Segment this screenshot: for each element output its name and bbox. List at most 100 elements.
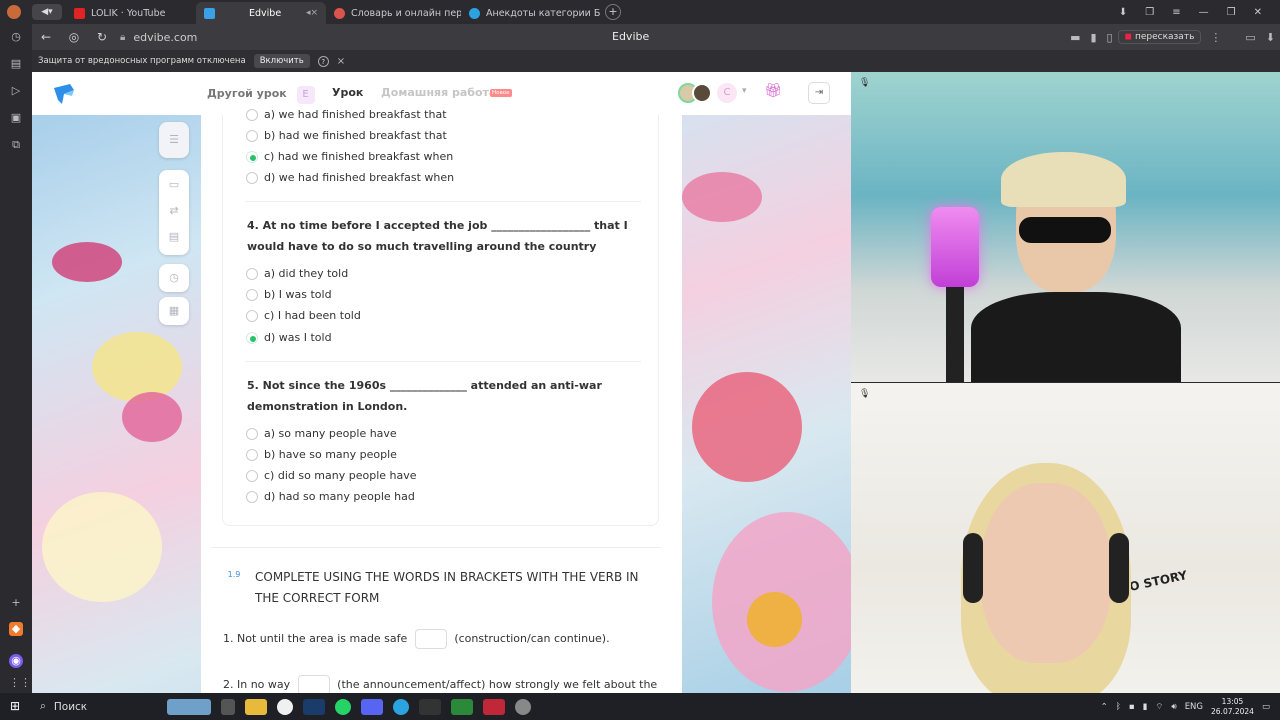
tab-jokes[interactable]: Анекдоты категории Б+ xyxy=(461,2,601,24)
layout-button[interactable]: ▦ xyxy=(159,297,189,325)
tray-app-icon[interactable]: ▪ xyxy=(1129,702,1135,712)
settings-icon[interactable] xyxy=(515,698,531,715)
mic-icon[interactable]: ▮ xyxy=(1085,31,1101,44)
collections-icon[interactable]: ❐ xyxy=(1145,7,1154,18)
nav-homework[interactable]: Домашняя работа xyxy=(381,86,496,99)
profile-avatar[interactable] xyxy=(0,2,28,22)
nav-other-lesson[interactable]: Другой урок E xyxy=(207,86,315,104)
bluetooth-icon[interactable]: ᛒ xyxy=(1116,702,1121,712)
app-icon[interactable] xyxy=(419,698,441,715)
exit-icon[interactable]: ⇥ xyxy=(808,82,830,104)
url-field[interactable]: edvibe.com xyxy=(133,31,197,44)
user-avatar[interactable]: C xyxy=(717,83,737,103)
volume-icon[interactable]: 🔊︎ xyxy=(1171,702,1176,712)
chevron-up-icon[interactable]: ⌃ xyxy=(1101,702,1108,712)
reader-icon[interactable]: ▭ xyxy=(1240,31,1260,44)
task-view-icon[interactable] xyxy=(221,698,235,715)
radio-button[interactable] xyxy=(246,288,258,301)
q4-option-a[interactable]: a) did they told xyxy=(246,267,348,280)
app-icon[interactable] xyxy=(483,698,505,715)
language-indicator[interactable]: ENG xyxy=(1185,702,1203,712)
weather-widget-icon[interactable] xyxy=(167,698,211,715)
back-icon[interactable]: ← xyxy=(32,30,60,44)
dismiss-icon[interactable]: × xyxy=(337,56,345,67)
q3-option-d[interactable]: d) we had finished breakfast when xyxy=(246,171,454,184)
tab-dictionary[interactable]: Словарь и онлайн перев… xyxy=(326,2,461,24)
q3-option-b[interactable]: b) had we finished breakfast that xyxy=(246,129,447,142)
q3-option-a[interactable]: a) we had finished breakfast that xyxy=(246,108,447,121)
yandex-browser-icon[interactable] xyxy=(277,698,293,715)
apps-grid-icon[interactable]: ⋮⋮ xyxy=(9,676,31,690)
radio-button-selected[interactable] xyxy=(246,331,258,344)
downloads-icon[interactable]: ⬇ xyxy=(1119,7,1127,18)
clock[interactable]: 13:05 26.07.2024 xyxy=(1211,697,1254,717)
q5-option-c[interactable]: c) did so many people have xyxy=(246,469,417,482)
edvibe-logo-icon[interactable] xyxy=(52,82,76,106)
notifications-icon[interactable]: ▭ xyxy=(1262,702,1270,712)
q5-option-b[interactable]: b) have so many people xyxy=(246,448,397,461)
telegram-icon[interactable] xyxy=(393,698,409,715)
steam-icon[interactable] xyxy=(303,698,325,715)
notes-icon[interactable]: ▤ xyxy=(9,57,23,71)
wifi-icon[interactable]: ⌔ xyxy=(1155,702,1163,712)
discord-icon[interactable] xyxy=(361,698,383,715)
audio-icon[interactable]: ◂× xyxy=(306,8,318,18)
radio-button[interactable] xyxy=(246,267,258,280)
reload-icon[interactable]: ↻ xyxy=(88,30,116,44)
more-icon[interactable]: ⋮ xyxy=(1205,31,1226,44)
nav-lesson[interactable]: Урок xyxy=(332,86,363,99)
radio-button[interactable] xyxy=(246,469,258,482)
camera-icon[interactable]: ▬ xyxy=(1065,31,1085,44)
add-icon[interactable]: + xyxy=(9,596,23,610)
download-icon[interactable]: ⬇ xyxy=(1261,31,1280,44)
app-icon[interactable]: ◆ xyxy=(9,622,23,636)
chevron-down-icon[interactable]: ▾ xyxy=(742,86,747,96)
item2-input[interactable] xyxy=(297,675,330,693)
tab-youtube[interactable]: LOLIK · YouTube xyxy=(66,2,196,24)
radio-button-selected[interactable] xyxy=(246,150,258,163)
minimize-icon[interactable]: — xyxy=(1199,7,1209,18)
q4-option-b[interactable]: b) I was told xyxy=(246,288,332,301)
q4-option-c[interactable]: c) I had been told xyxy=(246,309,361,322)
file-explorer-icon[interactable] xyxy=(245,698,267,715)
translate-icon[interactable]: ⇄ xyxy=(167,204,181,218)
new-tab-button[interactable]: + xyxy=(605,4,621,20)
retell-button[interactable]: ◼︎ пересказать xyxy=(1117,30,1202,44)
windows-start-icon[interactable]: ⊞ xyxy=(10,699,24,713)
whatsapp-icon[interactable] xyxy=(335,698,351,715)
app-icon[interactable] xyxy=(451,698,473,715)
chat-icon[interactable]: ▭ xyxy=(167,178,181,192)
help-icon[interactable]: ? xyxy=(317,55,329,67)
bookmark-icon[interactable]: ▯ xyxy=(1102,31,1118,44)
timer-button[interactable]: ◷ xyxy=(159,264,189,292)
restore-icon[interactable]: ❐ xyxy=(1227,7,1236,18)
taskbar-search[interactable]: ⌕ Поиск xyxy=(32,693,162,720)
video-feed-student[interactable]: 🎙︎ NO STORY xyxy=(851,383,1280,693)
radio-button[interactable] xyxy=(246,129,258,142)
protect-icon[interactable]: ◎ xyxy=(60,30,88,44)
close-window-icon[interactable]: ✕ xyxy=(1254,7,1262,18)
enable-protection-button[interactable]: Включить xyxy=(253,54,310,68)
radio-button[interactable] xyxy=(246,309,258,322)
teacher-avatar[interactable] xyxy=(692,83,712,103)
contents-button[interactable]: ☰ xyxy=(159,122,189,158)
radio-button[interactable] xyxy=(246,171,258,184)
video-icon[interactable]: ▷ xyxy=(9,84,23,98)
q4-option-d[interactable]: d) was I told xyxy=(246,331,332,344)
mic-tray-icon[interactable]: ▮ xyxy=(1143,702,1148,712)
q5-option-d[interactable]: d) had so many people had xyxy=(246,490,415,503)
counter-icon[interactable]: ▣ xyxy=(9,111,23,125)
tab-edvibe[interactable]: Edvibe ◂× xyxy=(196,2,326,24)
radio-button[interactable] xyxy=(246,490,258,503)
q3-option-c[interactable]: c) had we finished breakfast when xyxy=(246,150,453,163)
radio-button[interactable] xyxy=(246,427,258,440)
q5-option-a[interactable]: a) so many people have xyxy=(246,427,397,440)
radio-button[interactable] xyxy=(246,108,258,121)
history-icon[interactable]: ◷ xyxy=(9,30,23,44)
radio-button[interactable] xyxy=(246,448,258,461)
item1-input[interactable] xyxy=(414,629,447,649)
gift-icon[interactable]: 🎁︎ xyxy=(764,83,782,99)
video-feed-teacher[interactable]: 🎙︎ xyxy=(851,72,1280,382)
tab-groups-icon[interactable]: ◀▾ xyxy=(32,4,62,20)
extensions-icon[interactable]: ⧉ xyxy=(9,138,23,152)
